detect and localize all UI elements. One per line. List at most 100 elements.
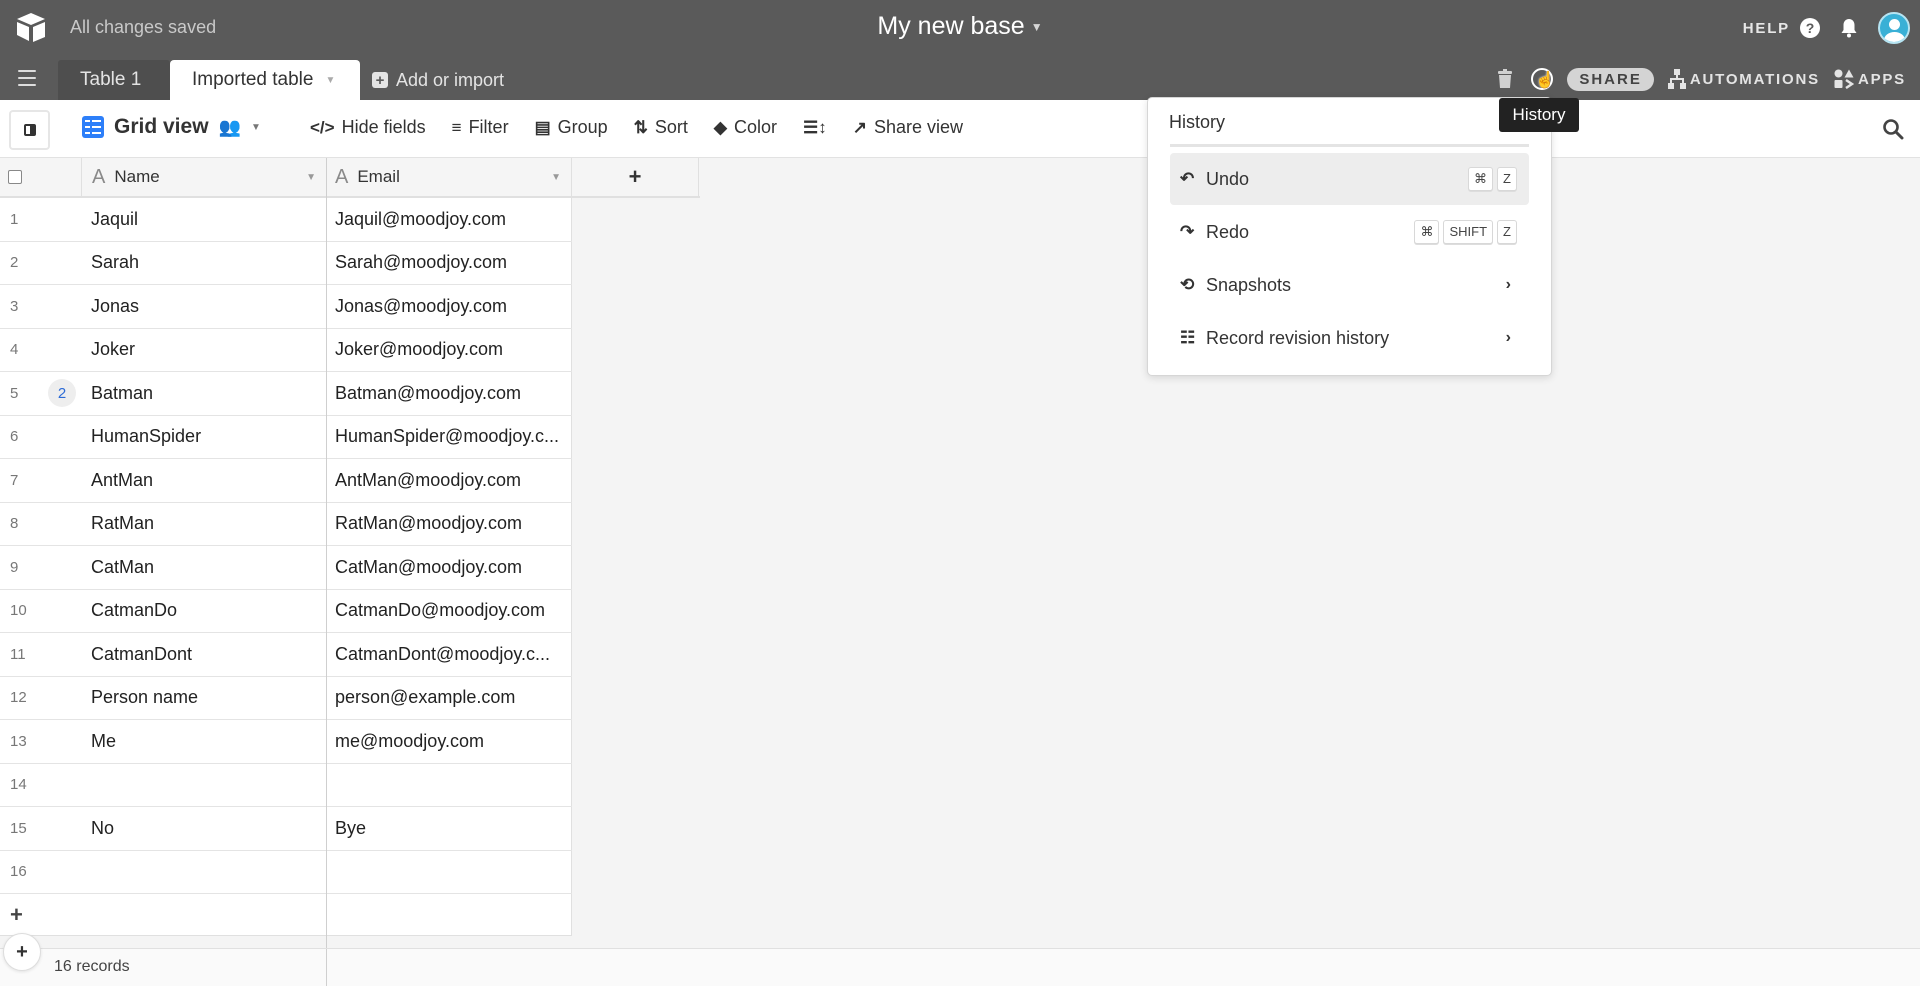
share-view-button[interactable]: ↗ Share view: [853, 117, 963, 138]
cell-name[interactable]: Jonas: [82, 285, 327, 328]
table-row[interactable]: 15 No Bye: [0, 807, 572, 851]
search-icon[interactable]: [1882, 118, 1904, 140]
base-title[interactable]: My new base ▼: [0, 12, 1920, 41]
cell-name[interactable]: Person name: [82, 676, 327, 719]
key-z: Z: [1497, 167, 1517, 191]
cell-name[interactable]: CatmanDont: [82, 633, 327, 676]
table-row[interactable]: 4 Joker Joker@moodjoy.com: [0, 328, 572, 372]
cell-email[interactable]: CatmanDont@moodjoy.c...: [327, 633, 572, 676]
cell-email[interactable]: HumanSpider@moodjoy.c...: [327, 415, 572, 458]
cell-name[interactable]: AntMan: [82, 459, 327, 502]
cell-name[interactable]: Batman: [82, 372, 327, 415]
select-all-cell: [0, 158, 82, 196]
row-number-text: 15: [10, 819, 27, 837]
help-button[interactable]: HELP: [1743, 20, 1790, 37]
question-icon[interactable]: ?: [1800, 18, 1820, 38]
add-record-fab[interactable]: +: [3, 933, 41, 971]
table-row[interactable]: 1 Jaquil Jaquil@moodjoy.com: [0, 198, 572, 242]
history-icon[interactable]: [1531, 68, 1555, 90]
text-field-icon: A: [92, 165, 106, 188]
select-all-checkbox[interactable]: [8, 170, 22, 184]
table-row[interactable]: 9 CatMan CatMan@moodjoy.com: [0, 546, 572, 590]
table-row[interactable]: 13 Me me@moodjoy.com: [0, 720, 572, 764]
cell-email[interactable]: AntMan@moodjoy.com: [327, 459, 572, 502]
cell-name[interactable]: [82, 850, 327, 893]
table-row[interactable]: 2 Sarah Sarah@moodjoy.com: [0, 241, 572, 285]
add-field-button[interactable]: +: [572, 158, 699, 196]
trash-icon[interactable]: [1497, 69, 1513, 89]
cell-email[interactable]: RatMan@moodjoy.com: [327, 502, 572, 545]
filter-button[interactable]: ≡ Filter: [452, 117, 509, 138]
cell-name[interactable]: No: [82, 807, 327, 850]
undo-menu-item[interactable]: ↶ Undo ⌘ Z: [1170, 153, 1529, 205]
table-row[interactable]: 7 AntMan AntMan@moodjoy.com: [0, 459, 572, 503]
cell-name[interactable]: HumanSpider: [82, 415, 327, 458]
top-bar: All changes saved My new base ▼ HELP ? Ta…: [0, 0, 1920, 100]
add-record-row[interactable]: +: [0, 894, 572, 936]
cell-email[interactable]: person@example.com: [327, 676, 572, 719]
bell-icon[interactable]: [1838, 17, 1860, 39]
hide-fields-label: Hide fields: [341, 117, 426, 137]
chevron-down-icon[interactable]: ▼: [325, 75, 335, 86]
record-revision-history-menu-item[interactable]: ☷ Record revision history ›: [1170, 312, 1529, 364]
table-row[interactable]: 14: [0, 763, 572, 807]
automations-button[interactable]: AUTOMATIONS: [1667, 69, 1820, 89]
apps-button[interactable]: APPS: [1834, 69, 1906, 89]
column-header-name[interactable]: A Name ▼: [82, 158, 327, 196]
chevron-right-icon: ›: [1505, 329, 1511, 346]
hamburger-menu-icon[interactable]: [18, 70, 36, 86]
color-button[interactable]: ◆ Color: [714, 117, 777, 138]
comment-count-badge[interactable]: 2: [48, 379, 76, 408]
cell-name[interactable]: [82, 763, 327, 806]
row-number-text: 16: [10, 863, 27, 881]
cell-name[interactable]: Joker: [82, 328, 327, 371]
group-button[interactable]: ▤ Group: [535, 117, 608, 138]
tab-table-1[interactable]: Table 1: [58, 60, 170, 100]
cell-email[interactable]: Joker@moodjoy.com: [327, 328, 572, 371]
table-row[interactable]: 10 CatmanDo CatmanDo@moodjoy.com: [0, 589, 572, 633]
list-icon: ☷: [1180, 328, 1196, 347]
view-switcher[interactable]: Grid view 👥 ▼: [82, 115, 261, 139]
cell-name[interactable]: RatMan: [82, 502, 327, 545]
sort-icon: ⇅: [633, 117, 648, 137]
chevron-down-icon[interactable]: ▼: [551, 172, 561, 183]
row-number-text: 3: [10, 297, 19, 315]
tab-label: Table 1: [80, 69, 142, 90]
cell-email[interactable]: Bye: [327, 807, 572, 850]
redo-menu-item[interactable]: ↷ Redo ⌘ SHIFT Z: [1170, 206, 1529, 258]
table-row[interactable]: 16: [0, 850, 572, 894]
cell-email[interactable]: [327, 850, 572, 893]
share-button[interactable]: SHARE: [1567, 67, 1654, 91]
cell-email[interactable]: Jonas@moodjoy.com: [327, 285, 572, 328]
snapshots-menu-item[interactable]: ⟲ Snapshots ›: [1170, 259, 1529, 311]
cell-email[interactable]: [327, 763, 572, 806]
cell-email[interactable]: CatMan@moodjoy.com: [327, 546, 572, 589]
add-or-import-button[interactable]: + Add or import: [372, 60, 504, 100]
cell-name[interactable]: CatMan: [82, 546, 327, 589]
key-z: Z: [1497, 220, 1517, 244]
cell-name[interactable]: Me: [82, 720, 327, 763]
table-row[interactable]: 8 RatMan RatMan@moodjoy.com: [0, 502, 572, 546]
tab-imported-table[interactable]: Imported table ▼: [170, 60, 360, 100]
hide-fields-button[interactable]: </> Hide fields: [310, 117, 426, 138]
row-height-button[interactable]: ☰↕: [803, 118, 827, 138]
cell-email[interactable]: Batman@moodjoy.com: [327, 372, 572, 415]
chevron-down-icon[interactable]: ▼: [306, 172, 316, 183]
cell-email[interactable]: Sarah@moodjoy.com: [327, 241, 572, 284]
cell-email[interactable]: Jaquil@moodjoy.com: [327, 198, 572, 241]
cell-name[interactable]: Sarah: [82, 241, 327, 284]
cell-name[interactable]: CatmanDo: [82, 589, 327, 632]
table-row[interactable]: 11 CatmanDont CatmanDont@moodjoy.c...: [0, 633, 572, 677]
table-row[interactable]: 12 Person name person@example.com: [0, 676, 572, 720]
sidebar-toggle-button[interactable]: [9, 110, 50, 150]
column-header-email[interactable]: A Email ▼: [327, 158, 572, 196]
cell-name[interactable]: Jaquil: [82, 198, 327, 241]
cell-email[interactable]: me@moodjoy.com: [327, 720, 572, 763]
user-avatar[interactable]: [1878, 12, 1910, 44]
cell-email[interactable]: CatmanDo@moodjoy.com: [327, 589, 572, 632]
add-record-button[interactable]: +: [0, 894, 327, 935]
table-row[interactable]: 5 2 Batman Batman@moodjoy.com: [0, 372, 572, 416]
sort-button[interactable]: ⇅ Sort: [634, 117, 688, 138]
table-row[interactable]: 6 HumanSpider HumanSpider@moodjoy.c...: [0, 415, 572, 459]
table-row[interactable]: 3 Jonas Jonas@moodjoy.com: [0, 285, 572, 329]
